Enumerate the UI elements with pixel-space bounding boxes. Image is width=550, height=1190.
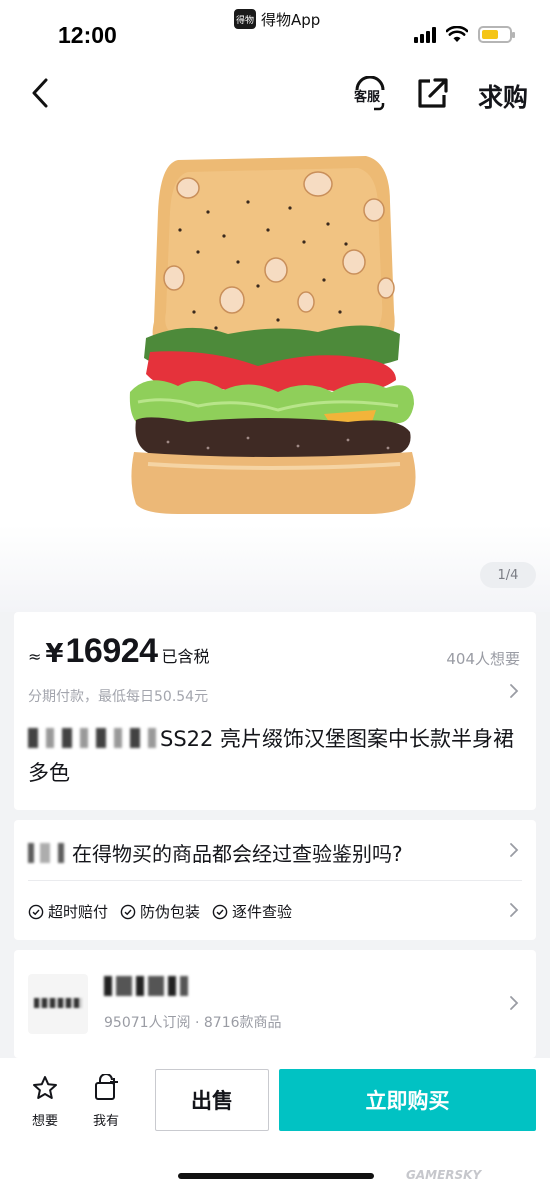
own-label: 我有 <box>92 1114 119 1129</box>
app-logo: 得物 <box>234 9 256 29</box>
assurance-label: 逐件查验 <box>232 903 293 921</box>
customer-service-button[interactable]: 客服 <box>352 76 388 112</box>
product-title: SS22 亮片缀饰汉堡图案中长款半身裙 多色 <box>28 722 524 790</box>
faq-question-text: 在得物买的商品都会经过查验鉴别吗? <box>72 842 403 866</box>
share-button[interactable] <box>416 76 448 110</box>
share-icon <box>418 78 448 108</box>
back-button[interactable] <box>26 76 56 110</box>
app-name: 得物App <box>261 10 321 29</box>
assurance-label: 超时赔付 <box>48 903 109 921</box>
product-gallery[interactable]: 1/4 <box>0 128 550 612</box>
assurance-label: 防伪包装 <box>140 903 201 921</box>
status-bar: 12:00 得物 得物App <box>0 0 550 62</box>
price-row: ≈ ¥ 16924 已含税 <box>28 632 210 671</box>
check-circle-icon <box>212 904 228 919</box>
chevron-left-icon <box>32 78 48 108</box>
own-button[interactable]: 我有 <box>84 1073 128 1129</box>
nav-bar: 客服 求购 <box>0 62 550 128</box>
faq-question: 在得物买的商品都会经过查验鉴别吗? <box>28 838 403 867</box>
check-circle-icon <box>120 904 136 919</box>
shop-stats: 95071人订阅 · 8716款商品 <box>104 1015 282 1031</box>
want-button[interactable]: 想要 <box>23 1074 67 1129</box>
star-icon <box>33 1076 57 1099</box>
home-indicator[interactable] <box>178 1173 374 1179</box>
status-time: 12:00 <box>58 22 117 48</box>
assurance-item: 防伪包装 <box>120 901 200 922</box>
shop-card: 95071人订阅 · 8716款商品 <box>14 950 536 1058</box>
cart-add-icon <box>95 1073 118 1100</box>
cellular-signal-icon <box>414 26 436 43</box>
assurance-row[interactable]: 超时赔付 防伪包装 逐件查验 <box>14 881 536 940</box>
price-approx: ≈ <box>28 647 42 666</box>
product-image[interactable] <box>128 152 420 522</box>
tax-note: 已含税 <box>161 647 210 666</box>
chevron-right-icon[interactable] <box>508 682 520 700</box>
blurred-brand-name <box>28 728 156 748</box>
bottom-action-bar: 想要 我有 出售 立即购买 GAMERSKY <box>0 1058 550 1190</box>
watermark: GAMERSKY <box>406 1168 482 1182</box>
battery-icon <box>478 26 515 43</box>
assurance-item: 超时赔付 <box>28 901 108 922</box>
app-indicator: 得物 得物App <box>234 8 320 30</box>
chevron-right-icon <box>510 903 519 917</box>
blurred-text <box>28 843 70 863</box>
price-value: 16924 <box>65 632 159 670</box>
shop-row[interactable]: 95071人订阅 · 8716款商品 <box>14 950 536 1058</box>
check-circle-icon <box>28 904 44 919</box>
authentication-card: 在得物买的商品都会经过查验鉴别吗? 超时赔付 防伪包装 逐件查验 <box>14 820 536 940</box>
service-label: 客服 <box>354 90 381 105</box>
wants-count: 404人想要 <box>446 650 520 668</box>
assurance-list: 超时赔付 防伪包装 逐件查验 <box>28 901 292 922</box>
chevron-right-icon <box>510 843 519 857</box>
buy-now-button[interactable]: 立即购买 <box>279 1069 536 1131</box>
blurred-shop-name <box>104 976 188 996</box>
chevron-right-icon <box>510 996 519 1010</box>
wanted-to-buy-button[interactable]: 求购 <box>478 78 528 114</box>
price-card: ≈ ¥ 16924 已含税 404人想要 分期付款，最低每日50.54元 SS2… <box>14 612 536 810</box>
status-icons <box>414 26 515 43</box>
wifi-icon <box>446 26 468 42</box>
shop-logo <box>28 974 88 1034</box>
want-label: 想要 <box>31 1114 58 1129</box>
installment-info[interactable]: 分期付款，最低每日50.54元 <box>28 686 208 706</box>
gallery-page-indicator: 1/4 <box>480 562 536 588</box>
price-currency: ¥ <box>45 639 64 669</box>
authentication-faq-row[interactable]: 在得物买的商品都会经过查验鉴别吗? <box>14 820 536 880</box>
sell-button[interactable]: 出售 <box>155 1069 269 1131</box>
assurance-item: 逐件查验 <box>212 901 292 922</box>
